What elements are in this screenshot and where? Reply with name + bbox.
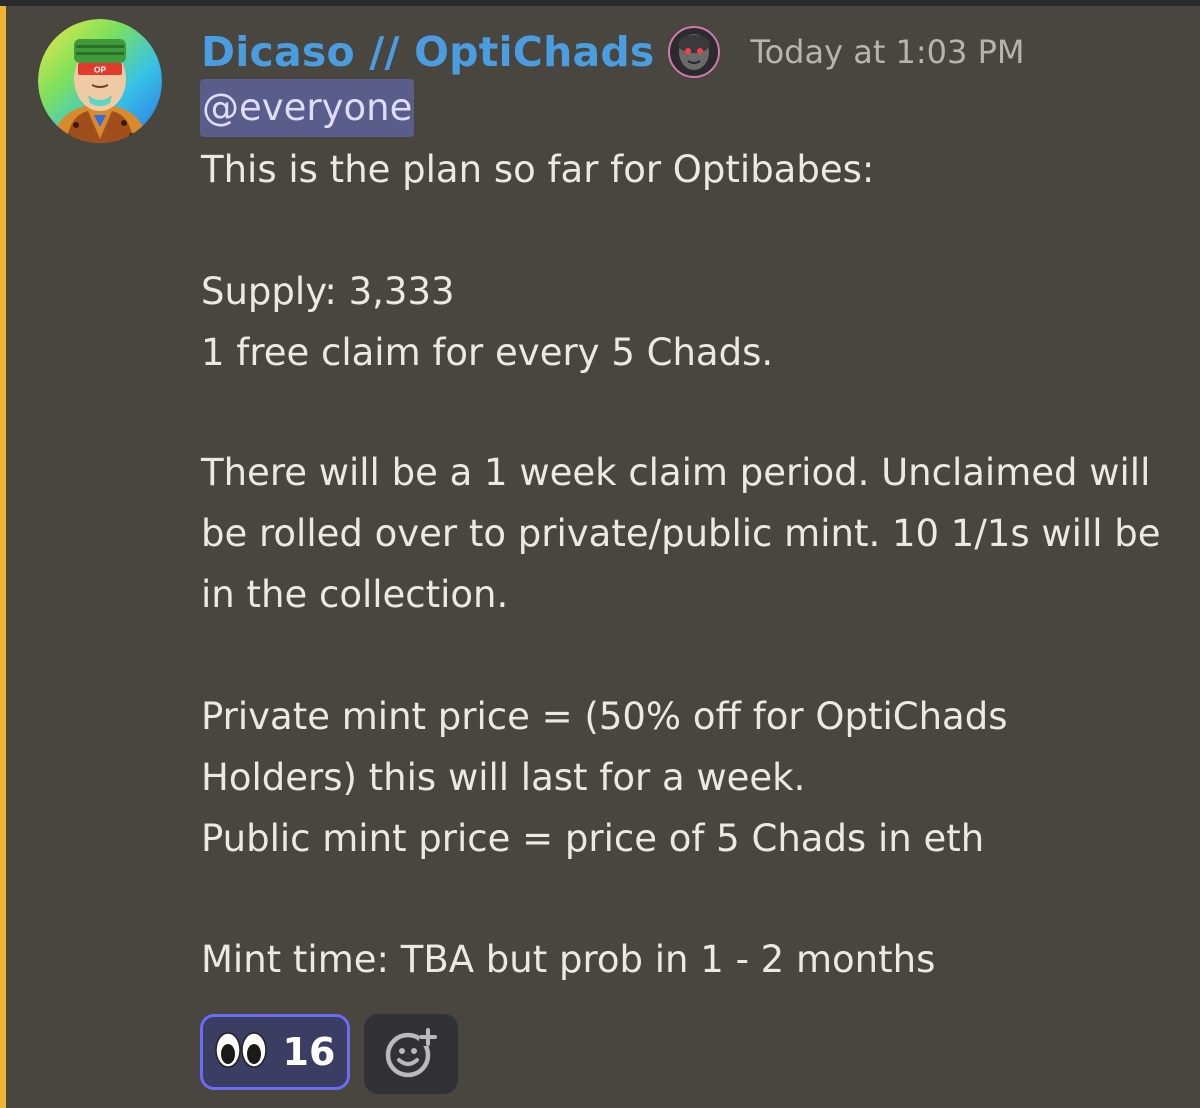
add-reaction-icon xyxy=(383,1024,439,1084)
message-line: Holders) this will last for a week. xyxy=(201,756,806,799)
message-line: 1 free claim for every 5 Chads. xyxy=(201,331,774,374)
message-line: be rolled over to private/public mint. 1… xyxy=(201,512,1161,555)
message-line: Supply: 3,333 xyxy=(201,270,455,313)
message-line: There will be a 1 week claim period. Unc… xyxy=(201,451,1151,494)
reactions-bar: 16 xyxy=(200,1014,458,1094)
message: OP Dicaso // OptiChads Today at 1:03 PM … xyxy=(0,6,1200,1108)
message-line: in the collection. xyxy=(201,573,509,616)
message-header: Dicaso // OptiChads Today at 1:03 PM xyxy=(201,20,1024,84)
eyes-emoji-icon xyxy=(214,1032,267,1072)
avatar-badge-text: OP xyxy=(94,65,107,75)
message-line: Public mint price = price of 5 Chads in … xyxy=(201,817,985,860)
message-timestamp[interactable]: Today at 1:03 PM xyxy=(750,33,1024,71)
author-name[interactable]: Dicaso // OptiChads xyxy=(201,28,654,76)
message-line: Private mint price = (50% off for OptiCh… xyxy=(201,695,1008,738)
avatar[interactable]: OP xyxy=(38,19,162,143)
everyone-mention[interactable]: @everyone xyxy=(200,79,415,137)
reaction-eyes-button[interactable]: 16 xyxy=(200,1014,350,1090)
reaction-count: 16 xyxy=(282,1030,336,1074)
server-tag-icon[interactable] xyxy=(668,26,721,78)
message-line: Mint time: TBA but prob in 1 - 2 months xyxy=(201,938,936,981)
message-line: This is the plan so far for Optibabes: xyxy=(201,148,875,191)
add-reaction-button[interactable] xyxy=(364,1014,458,1094)
